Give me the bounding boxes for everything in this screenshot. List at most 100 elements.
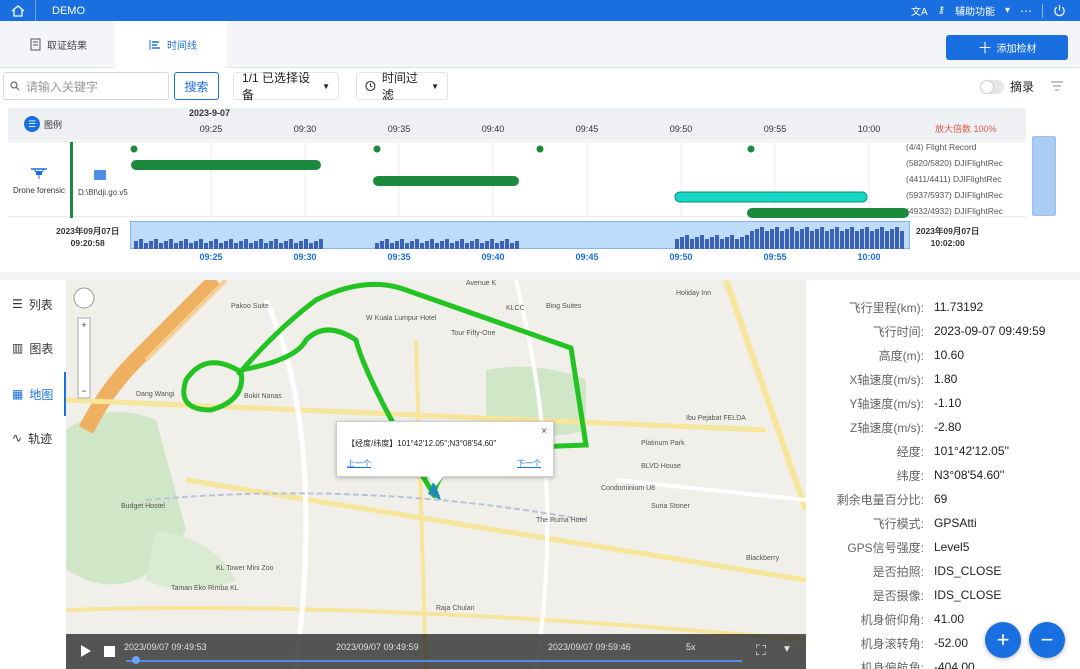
popup-prev-link[interactable]: 上一个 <box>347 458 371 469</box>
stop-icon[interactable] <box>104 646 115 657</box>
record-label[interactable]: (5937/5937) DJIFlightRec <box>906 190 1003 200</box>
overview-bar <box>470 241 474 249</box>
playback-progress-handle[interactable] <box>132 656 140 664</box>
info-row: 高度(m): 10.60 <box>812 343 1080 367</box>
chevron-down-icon[interactable]: ▼ <box>782 644 792 655</box>
timeline-date: 2023-9-07 <box>189 108 231 118</box>
playback-speed[interactable]: 5x <box>686 642 696 652</box>
time-tick: 09:30 <box>293 124 317 134</box>
info-key: 是否拍照: <box>872 564 924 579</box>
info-key: 机身偏航角: <box>860 660 924 669</box>
power-icon[interactable] <box>1053 4 1066 17</box>
translate-icon[interactable]: 文A <box>911 3 928 18</box>
record-label[interactable]: (4411/4411) DJIFlightRec <box>906 174 1002 184</box>
search-button[interactable]: 搜索 <box>174 72 219 100</box>
overview-end-time: 10:02:00 <box>930 238 965 248</box>
overview-bar <box>380 241 384 249</box>
overview-bar <box>144 243 148 249</box>
nav-map[interactable]: ▦ 地图 <box>0 372 66 416</box>
highway <box>144 280 228 362</box>
record-label[interactable]: (4932/4932) DJIFlightRec <box>906 206 1003 216</box>
tab-timeline[interactable]: 时间线 <box>115 21 227 68</box>
overview-bar <box>820 227 824 249</box>
overview-start-date: 2023年09月07日 <box>56 226 120 236</box>
overview-bar <box>309 243 313 249</box>
overview-time-tick: 09:45 <box>575 252 599 262</box>
legend-button[interactable]: ☰ 图例 <box>24 116 62 132</box>
info-value: IDS_CLOSE <box>934 588 1002 602</box>
overview-bar <box>425 241 429 249</box>
overview-bar <box>755 229 759 249</box>
road <box>723 280 806 511</box>
overview-bar <box>725 237 729 249</box>
play-icon[interactable] <box>80 644 92 658</box>
info-value: Level5 <box>934 540 970 554</box>
overview-histogram[interactable] <box>130 221 910 249</box>
time-tick: 09:55 <box>763 124 787 134</box>
filter-icon[interactable] <box>1050 81 1064 92</box>
summary-toggle[interactable] <box>979 79 1004 94</box>
info-value: 2023-09-07 09:49:59 <box>934 324 1046 338</box>
zoom-out-icon[interactable]: − <box>81 386 86 396</box>
info-key: X轴速度(m/s): <box>849 372 924 387</box>
popup-next-link[interactable]: 下一个 <box>517 458 541 469</box>
event-dot <box>747 145 755 153</box>
overview-start: 2023年09月07日 09:20:58 <box>56 225 119 249</box>
overview-bar <box>780 231 784 249</box>
tab-label: 时间线 <box>167 41 197 52</box>
search-input[interactable]: 请输入关键字 <box>3 72 169 100</box>
overview-bar <box>895 227 899 249</box>
zoom-out-button[interactable]: − <box>1029 622 1065 658</box>
more-icon[interactable]: ⋯ <box>1020 4 1032 18</box>
record-label[interactable]: (4/4) Flight Record <box>906 142 976 152</box>
overview-bar <box>405 243 409 249</box>
tab-forensic-results[interactable]: 取证结果 <box>30 21 120 68</box>
place-label: Condominium U8 <box>601 485 655 492</box>
overview-time-tick: 09:50 <box>669 252 693 262</box>
overview-bar <box>440 241 444 249</box>
fullscreen-icon[interactable]: ⛶ <box>756 642 766 659</box>
accessibility-menu[interactable]: 辅助功能 <box>955 3 995 18</box>
overview-end-date: 2023年09月07日 <box>916 226 980 236</box>
track-vertical-scrollbar[interactable] <box>1032 136 1056 216</box>
info-key: Y轴速度(m/s): <box>849 396 924 411</box>
nav-list[interactable]: ☰ 列表 <box>0 282 66 326</box>
overview-bar <box>765 231 769 249</box>
key-icon[interactable]: ⚷ <box>938 5 945 16</box>
add-material-button[interactable]: ＋ 添加检材 <box>946 35 1068 60</box>
overview-bar <box>294 243 298 249</box>
zoom-in-icon[interactable]: + <box>81 320 86 330</box>
nav-chart[interactable]: ▥ 图表 <box>0 326 66 370</box>
flight-route-loop <box>181 360 245 413</box>
playback-progress-track[interactable] <box>126 660 742 662</box>
time-tick: 09:35 <box>387 124 411 134</box>
nav-track[interactable]: ∿ 轨迹 <box>0 416 66 460</box>
overview-bar <box>735 239 739 249</box>
overview-bar <box>865 227 869 249</box>
zoom-in-button[interactable]: + <box>985 622 1021 658</box>
home-button[interactable] <box>0 0 36 21</box>
title-bar: DEMO 文A ⚷ 辅助功能 ▾ ⋯ <box>0 0 1080 21</box>
time-tick: 09:40 <box>481 124 505 134</box>
place-label: KL Tower Mini Zoo <box>216 565 274 572</box>
overview-bar <box>274 239 278 249</box>
overview-bar <box>184 239 188 249</box>
overview-bar <box>204 243 208 249</box>
place-label: Holiday Inn <box>676 290 711 297</box>
info-key: 经度: <box>896 444 924 459</box>
overview-bar <box>375 243 379 249</box>
overview-bar <box>445 239 449 249</box>
info-row: 经度: 101°42'12.05'' <box>812 439 1080 463</box>
pan-control[interactable] <box>73 287 95 309</box>
time-filter-dropdown[interactable]: 时间过滤 ▼ <box>356 71 448 102</box>
overview-bar <box>174 243 178 249</box>
record-label[interactable]: (5820/5820) DJIFlightRec <box>906 158 1003 168</box>
zoom-level-label: 放大倍数 100% <box>935 124 997 134</box>
close-icon[interactable]: × <box>541 426 547 437</box>
overview-bar <box>710 237 714 249</box>
overview-bar <box>299 241 303 249</box>
info-row: 机身偏航角: -404.00 <box>812 655 1080 669</box>
overview-bar <box>745 235 749 249</box>
overview-bar <box>395 241 399 249</box>
device-filter-dropdown[interactable]: 1/1 已选择设备 ▼ <box>233 71 339 102</box>
